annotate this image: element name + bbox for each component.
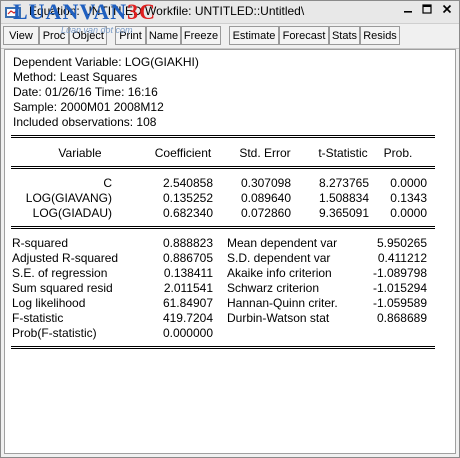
stat-value: 419.7204 <box>162 311 213 325</box>
output-pane[interactable]: Dependent Variable: LOG(GIAKHI) Method: … <box>4 49 456 454</box>
resids-button[interactable]: Resids <box>360 26 400 45</box>
minimize-button[interactable] <box>400 4 416 19</box>
header-rule-2 <box>11 168 435 169</box>
watermark-logo-suffix: 3C <box>127 0 157 24</box>
stat-label: Akaike info criterion <box>227 266 332 280</box>
view-button[interactable]: View <box>3 26 39 45</box>
col-std-error: Std. Error <box>239 146 291 160</box>
row-variable: LOG(GIADAU) <box>32 206 112 220</box>
header-rule <box>11 166 435 167</box>
stat-value: 2.011541 <box>163 281 213 295</box>
included-observations: Included observations: 108 <box>13 115 157 129</box>
name-button[interactable]: Name <box>146 26 181 45</box>
col-coefficient: Coefficient <box>154 146 212 160</box>
table-bottom-rule-2 <box>11 348 435 349</box>
stat-value: 0.138411 <box>163 266 213 280</box>
stat-label: Durbin-Watson stat <box>227 311 330 325</box>
table-top-rule-2 <box>11 137 435 138</box>
stat-label: F-statistic <box>12 311 64 325</box>
table-top-rule <box>11 135 435 136</box>
stats-button[interactable]: Stats <box>329 26 360 45</box>
row-prob: 0.0000 <box>390 176 427 190</box>
stat-label: Log likelihood <box>12 296 86 310</box>
stats-top-rule-2 <box>11 228 435 229</box>
freeze-button[interactable]: Freeze <box>181 26 221 45</box>
date-time: Date: 01/26/16 Time: 16:16 <box>13 85 158 99</box>
row-std-error: 0.307098 <box>240 176 291 190</box>
row-variable: LOG(GIAVANG) <box>25 191 112 205</box>
stat-value: 0.886705 <box>162 251 213 265</box>
watermark-logo: LUANVAN3C <box>13 0 156 25</box>
title-bar[interactable]: Equation: UNTITLED Workfile: UNTITLED::U… <box>1 0 459 25</box>
col-prob: Prob. <box>383 146 413 160</box>
row-t-stat: 8.273765 <box>318 176 369 190</box>
stat-value: 61.84907 <box>162 296 213 310</box>
watermark-logo-text: LUANVAN <box>13 0 128 24</box>
stats-top-rule <box>11 226 435 227</box>
row-variable: C <box>103 176 112 190</box>
stat-label: S.D. dependent var <box>227 251 331 265</box>
stat-label: Mean dependent var <box>227 236 338 250</box>
stat-label: R-squared <box>12 236 69 250</box>
stat-value: -1.089798 <box>372 266 427 280</box>
stat-label: S.E. of regression <box>12 266 108 280</box>
table-bottom-rule <box>11 346 435 347</box>
row-prob: 0.1343 <box>390 191 427 205</box>
stat-label: Prob(F-statistic) <box>12 326 97 340</box>
row-std-error: 0.072860 <box>240 206 291 220</box>
maximize-button[interactable] <box>419 4 435 19</box>
stat-value: 5.950265 <box>376 236 427 250</box>
equation-window: Equation: UNTITLED Workfile: UNTITLED::U… <box>0 0 460 458</box>
stat-label: Hannan-Quinn criter. <box>227 296 338 310</box>
row-t-stat: 1.508834 <box>318 191 369 205</box>
dependent-variable: Dependent Variable: LOG(GIAKHI) <box>13 55 199 69</box>
watermark-subtext: Luan van dot com <box>61 25 133 35</box>
method: Method: Least Squares <box>13 70 138 84</box>
stat-label: Schwarz criterion <box>227 281 320 295</box>
stat-value: 0.888823 <box>162 236 213 250</box>
row-t-stat: 9.365091 <box>318 206 369 220</box>
close-button[interactable] <box>439 4 455 19</box>
row-coefficient: 0.682340 <box>162 206 213 220</box>
sample: Sample: 2000M01 2008M12 <box>13 100 164 114</box>
row-coefficient: 0.135252 <box>162 191 213 205</box>
stat-value: 0.000000 <box>162 326 213 340</box>
row-prob: 0.0000 <box>390 206 427 220</box>
col-variable: Variable <box>58 146 102 160</box>
stat-value: -1.015294 <box>372 281 427 295</box>
row-std-error: 0.089640 <box>240 191 291 205</box>
row-coefficient: 2.540858 <box>162 176 213 190</box>
forecast-button[interactable]: Forecast <box>279 26 329 45</box>
stat-value: 0.411212 <box>377 251 427 265</box>
stat-label: Sum squared resid <box>12 281 113 295</box>
stat-value: 0.868689 <box>376 311 427 325</box>
stat-value: -1.059589 <box>372 296 427 310</box>
stat-label: Adjusted R-squared <box>12 251 119 265</box>
estimate-button[interactable]: Estimate <box>229 26 279 45</box>
